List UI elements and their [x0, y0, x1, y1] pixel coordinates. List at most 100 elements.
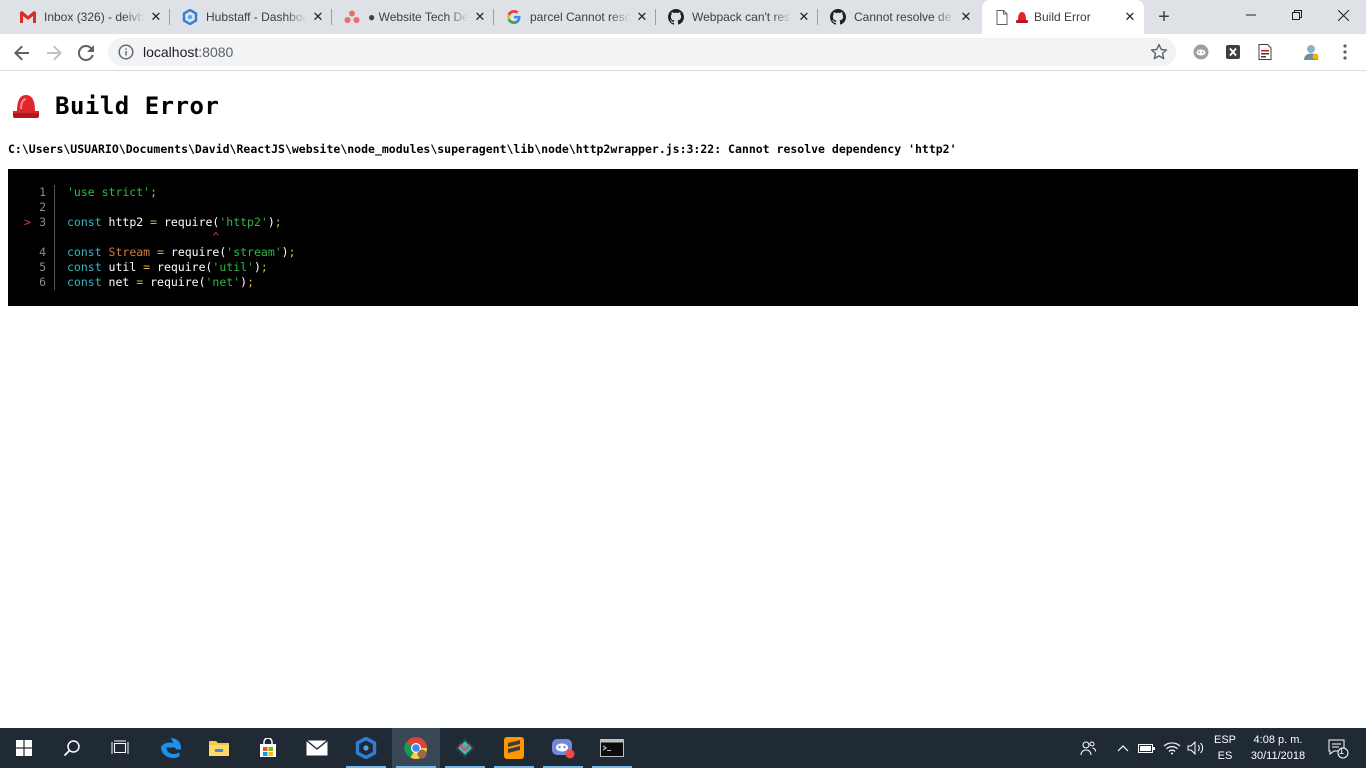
tab-github-webpack[interactable]: Webpack can't res ✕ — [656, 0, 818, 34]
wifi-icon[interactable] — [1160, 728, 1184, 768]
gitkraken-icon[interactable] — [441, 728, 489, 768]
tab-title: parcel Cannot reso — [530, 10, 630, 24]
reload-icon — [78, 45, 94, 61]
code-source: const Stream = require('stream'); — [67, 245, 296, 260]
tab-close-icon[interactable]: ✕ — [634, 9, 650, 25]
extension-x-icon[interactable] — [1224, 43, 1242, 61]
code-token: ; — [288, 245, 296, 259]
back-arrow-icon — [14, 45, 29, 61]
code-token: require( — [163, 245, 227, 259]
mail-icon[interactable] — [293, 728, 341, 768]
gmail-icon — [20, 9, 36, 25]
terminal-icon[interactable] — [588, 728, 636, 768]
code-token: ^ — [67, 230, 220, 244]
battery-icon[interactable] — [1136, 728, 1158, 768]
discord-icon[interactable] — [539, 728, 587, 768]
people-icon[interactable] — [1074, 728, 1102, 768]
code-token: ; — [247, 275, 254, 289]
input-language[interactable]: ESP ES — [1210, 732, 1240, 764]
code-token: net — [101, 275, 137, 289]
extension-discord-icon[interactable] — [1192, 43, 1210, 61]
error-header: Build Error — [11, 92, 219, 120]
code-token: http2 — [101, 215, 151, 229]
tab-close-icon[interactable]: ✕ — [310, 9, 326, 25]
url-text[interactable]: localhost:8080 — [143, 44, 233, 60]
tab-google-search[interactable]: parcel Cannot reso ✕ — [494, 0, 656, 34]
reload-button[interactable] — [72, 39, 100, 67]
windows-taskbar: ESP ES 4:08 p. m. 30/11/2018 1 — [0, 728, 1366, 768]
code-caret-line: ^ — [8, 230, 1358, 245]
tab-close-icon[interactable]: ✕ — [1122, 9, 1138, 25]
code-source: const net = require('net'); — [67, 275, 254, 290]
info-icon[interactable] — [118, 44, 134, 60]
restore-icon — [1292, 10, 1302, 20]
code-token: const — [67, 215, 102, 229]
menu-button[interactable] — [1336, 43, 1354, 61]
code-token: ) — [281, 245, 289, 259]
back-button[interactable] — [8, 39, 36, 67]
chrome-icon[interactable] — [392, 728, 440, 768]
clock-date: 30/11/2018 — [1250, 750, 1306, 762]
edge-icon[interactable] — [147, 728, 195, 768]
page-title: Build Error — [55, 92, 220, 120]
search-icon[interactable] — [48, 728, 96, 768]
volume-icon[interactable] — [1184, 728, 1208, 768]
code-token: 'use strict' — [67, 185, 151, 199]
tab-close-icon[interactable]: ✕ — [472, 9, 488, 25]
store-icon[interactable] — [244, 728, 292, 768]
action-center-icon[interactable]: 1 — [1320, 728, 1356, 768]
github-icon — [668, 9, 684, 25]
tab-title: Hubstaff - Dashboard — [206, 10, 306, 24]
code-token: ) — [253, 260, 261, 274]
hubstaff-icon — [182, 9, 198, 25]
bookmark-star-icon[interactable] — [1150, 43, 1168, 61]
code-token: 'net' — [205, 275, 241, 289]
profile-avatar[interactable] — [1302, 43, 1320, 61]
tab-strip: Inbox (326) - deivb ✕ Hubstaff - Dashboa… — [0, 0, 1366, 34]
new-tab-button[interactable]: + — [1152, 5, 1176, 29]
tab-asana[interactable]: ● Website Tech De ✕ — [332, 0, 494, 34]
address-bar[interactable]: localhost:8080 — [108, 38, 1176, 66]
code-token: = — [150, 215, 158, 229]
error-message: C:\Users\USUARIO\Documents\David\ReactJS… — [8, 142, 957, 156]
chevron-up-icon[interactable] — [1112, 728, 1134, 768]
extension-pdf-icon[interactable] — [1256, 43, 1274, 61]
line-number: 1 — [39, 185, 46, 199]
file-explorer-icon[interactable] — [195, 728, 243, 768]
code-token: ; — [260, 260, 268, 274]
forward-button[interactable] — [40, 39, 68, 67]
tab-close-icon[interactable]: ✕ — [796, 9, 812, 25]
more-vert-icon — [1343, 44, 1347, 60]
close-window-button[interactable] — [1320, 0, 1366, 30]
siren-icon — [13, 95, 39, 118]
tab-close-icon[interactable]: ✕ — [148, 9, 164, 25]
tab-gmail[interactable]: Inbox (326) - deivb ✕ — [8, 0, 170, 34]
error-line-marker: > — [24, 215, 31, 229]
tab-title: Webpack can't res — [692, 10, 791, 24]
tab-title: Cannot resolve de — [854, 10, 952, 24]
clock[interactable]: 4:08 p. m. 30/11/2018 — [1244, 732, 1312, 764]
sublime-icon[interactable] — [490, 728, 538, 768]
tab-github-cannot-resolve[interactable]: Cannot resolve de ✕ — [818, 0, 980, 34]
start-icon[interactable] — [0, 728, 48, 768]
tab-close-icon[interactable]: ✕ — [958, 9, 974, 25]
code-token: 'util' — [212, 260, 254, 274]
code-source: const http2 = require('http2'); — [67, 215, 282, 230]
page-icon — [994, 9, 1010, 25]
hubstaff-icon[interactable] — [342, 728, 390, 768]
code-line: >3 const http2 = require('http2'); — [8, 215, 1358, 230]
code-token: = — [157, 245, 164, 259]
code-token: require( — [150, 260, 213, 274]
line-number: 3 — [39, 215, 46, 229]
code-line: 2 — [8, 200, 1358, 215]
tab-build-error[interactable]: Build Error ✕ — [982, 0, 1144, 34]
tab-hubstaff[interactable]: Hubstaff - Dashboard ✕ — [170, 0, 332, 34]
maximize-button[interactable] — [1274, 0, 1320, 30]
code-token: require( — [157, 215, 220, 229]
task-view-icon[interactable] — [96, 728, 144, 768]
minimize-icon — [1246, 14, 1256, 16]
asana-icon — [344, 9, 360, 25]
minimize-button[interactable] — [1228, 0, 1274, 30]
notification-badge: 1 — [1339, 746, 1345, 756]
